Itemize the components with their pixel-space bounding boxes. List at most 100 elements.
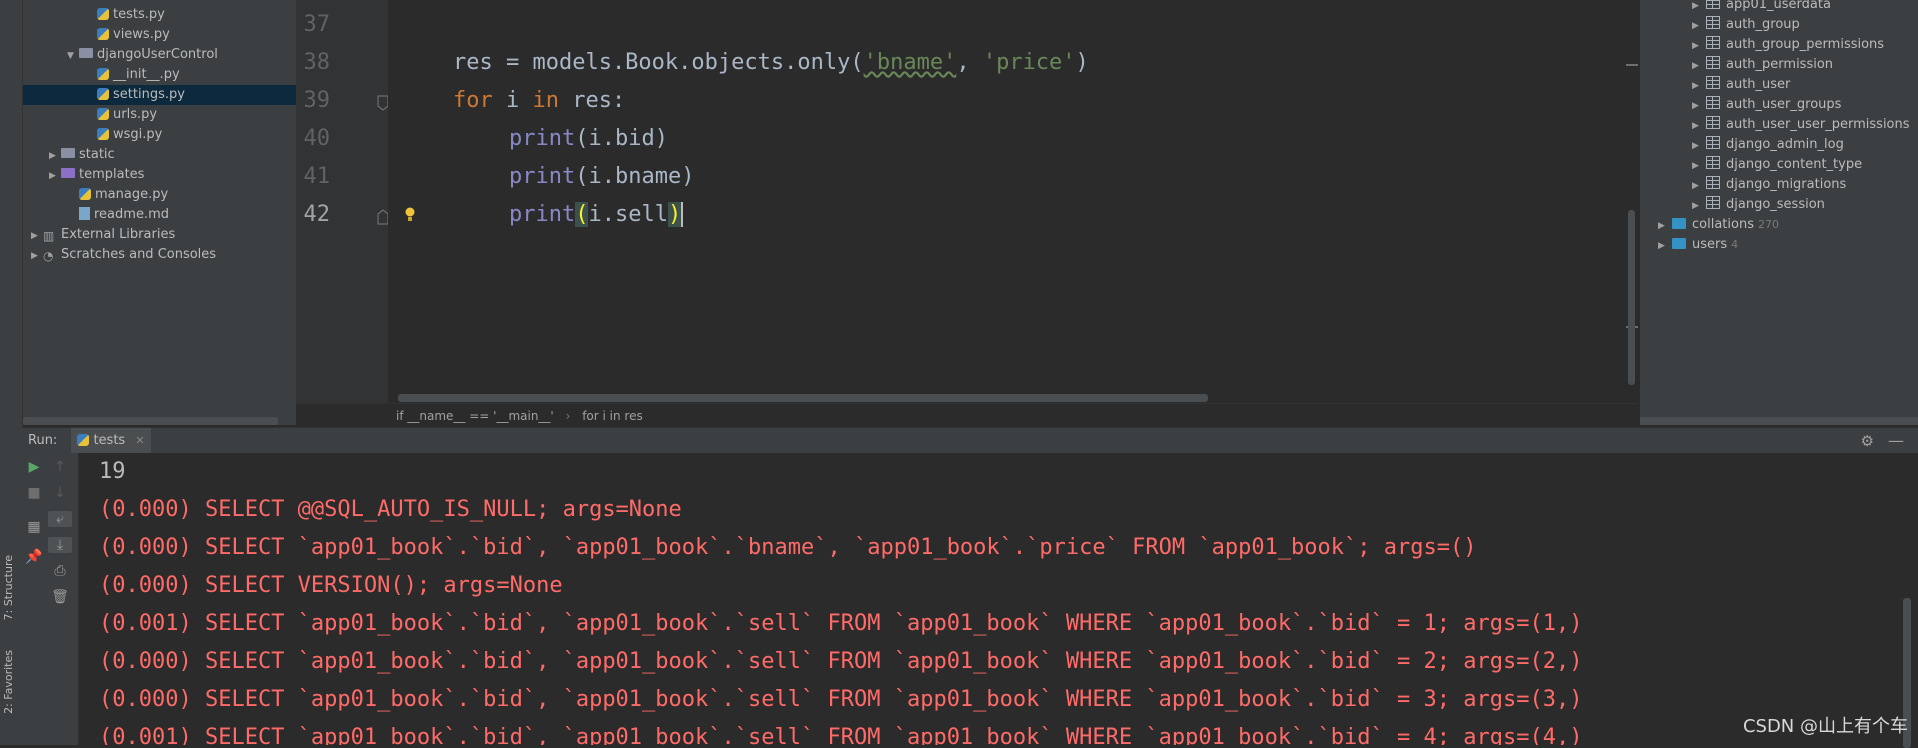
table-icon — [1706, 56, 1720, 69]
project-tree-item[interactable]: ▶ ◔ Scratches and Consoles — [23, 245, 296, 265]
python-file-icon — [97, 108, 109, 120]
db-item-label: app01_userdata — [1726, 0, 1831, 12]
editor-horizontal-scrollbar[interactable] — [398, 394, 1208, 402]
project-tree-item-label: wsgi.py — [113, 127, 163, 142]
expand-right-icon[interactable]: ▶ — [49, 166, 61, 186]
db-table-item[interactable]: ▶ app01_userdata — [1692, 0, 1831, 15]
expand-right-icon[interactable]: ▶ — [1692, 176, 1706, 196]
favorites-tab[interactable]: 2: Favorites — [2, 650, 15, 714]
db-table-item[interactable]: ▶ django_content_type — [1692, 155, 1862, 175]
rerun-icon[interactable]: ▶ — [22, 459, 46, 475]
project-tree-item[interactable]: manage.py — [23, 185, 296, 205]
run-console[interactable]: 19 (0.000) SELECT @@SQL_AUTO_IS_NULL; ar… — [79, 453, 1897, 745]
expand-right-icon[interactable]: ▶ — [1692, 96, 1706, 116]
db-table-item[interactable]: ▶ django_migrations — [1692, 175, 1846, 195]
structure-tab[interactable]: 7: Structure — [2, 555, 15, 620]
database-scrollbar[interactable] — [1640, 417, 1918, 425]
gear-icon[interactable]: ⚙ — [1861, 428, 1874, 454]
db-table-item[interactable]: ▶ django_admin_log — [1692, 135, 1844, 155]
db-item-label: auth_permission — [1726, 57, 1834, 72]
expand-right-icon[interactable]: ▶ — [1692, 56, 1706, 76]
expand-right-icon[interactable]: ▶ — [1692, 76, 1706, 96]
expand-right-icon[interactable]: ▶ — [1692, 16, 1706, 36]
expand-right-icon[interactable]: ▶ — [31, 226, 43, 246]
project-tree-item[interactable]: tests.py — [23, 5, 296, 25]
console-line: (0.000) SELECT `app01_book`.`bid`, `app0… — [99, 535, 1477, 560]
db-table-item[interactable]: ▶ auth_group — [1692, 15, 1800, 35]
console-line: (0.001) SELECT `app01_book`.`bid`, `app0… — [99, 725, 1583, 745]
expand-right-icon[interactable]: ▶ — [1658, 216, 1672, 236]
scroll-marker — [1626, 64, 1638, 66]
code-editor[interactable]: res = models.Book.objects.only('bname', … — [388, 0, 1638, 403]
expand-right-icon[interactable]: ▶ — [1658, 236, 1672, 256]
layout-icon[interactable]: ▦ — [22, 519, 46, 535]
expand-right-icon[interactable]: ▶ — [1692, 36, 1706, 56]
db-table-item[interactable]: ▶ auth_user_user_permissions — [1692, 115, 1910, 135]
scroll-to-end-icon[interactable]: ⤓ — [48, 537, 72, 553]
minimize-icon[interactable]: — — [1888, 428, 1904, 454]
project-tree-item[interactable]: ▶ static — [23, 145, 296, 165]
line-number: 40 — [303, 126, 331, 151]
run-tab-tests[interactable]: tests ✕ — [71, 428, 151, 454]
python-file-icon — [97, 8, 109, 20]
project-tree-item[interactable]: ▶ ▥ External Libraries — [23, 225, 296, 245]
db-item-label: auth_user — [1726, 77, 1791, 92]
project-tree-item-label: tests.py — [113, 7, 165, 22]
editor-vertical-scrollbar[interactable] — [1628, 210, 1635, 385]
expand-right-icon[interactable]: ▶ — [1692, 116, 1706, 136]
db-item-count: 270 — [1757, 218, 1779, 231]
down-arrow-icon[interactable]: ↓ — [48, 485, 72, 501]
table-icon — [1706, 0, 1720, 9]
expand-right-icon[interactable]: ▶ — [1692, 196, 1706, 216]
db-table-item[interactable]: ▶ auth_group_permissions — [1692, 35, 1884, 55]
project-tree-item[interactable]: settings.py — [23, 85, 296, 105]
project-tree-item-label: readme.md — [94, 207, 169, 222]
project-tree-item[interactable]: wsgi.py — [23, 125, 296, 145]
project-tree-item[interactable]: ▼ djangoUserControl — [23, 45, 296, 65]
soft-wrap-icon[interactable]: ⤶ — [48, 511, 72, 527]
project-tree-item-label: settings.py — [113, 87, 185, 102]
console-line: (0.000) SELECT VERSION(); args=None — [99, 573, 563, 598]
breadcrumb-item[interactable]: for i in res — [582, 409, 643, 423]
console-line: (0.000) SELECT `app01_book`.`bid`, `app0… — [99, 649, 1583, 674]
db-table-item[interactable]: ▶ auth_user — [1692, 75, 1790, 95]
console-toolbar: ↑ ↓ ⤶ ⤓ ⎙ 🗑 — [48, 453, 79, 745]
watermark: CSDN @山上有个车 — [1742, 716, 1908, 737]
expand-right-icon[interactable]: ▶ — [1692, 0, 1706, 16]
table-icon — [1706, 196, 1720, 209]
expand-down-icon[interactable]: ▼ — [67, 46, 79, 66]
db-collection-item[interactable]: ▶ users 4 — [1658, 235, 1738, 255]
expand-right-icon[interactable]: ▶ — [49, 146, 61, 166]
db-table-item[interactable]: ▶ auth_user_groups — [1692, 95, 1841, 115]
project-tree-item-label: urls.py — [113, 107, 158, 122]
expand-right-icon[interactable]: ▶ — [1692, 156, 1706, 176]
trash-icon[interactable]: 🗑 — [48, 589, 72, 605]
project-tree-item-label: djangoUserControl — [97, 47, 218, 62]
line-number-current: 42 — [303, 202, 331, 227]
project-tree-item[interactable]: views.py — [23, 25, 296, 45]
markdown-file-icon — [79, 207, 90, 220]
db-table-item[interactable]: ▶ django_session — [1692, 195, 1825, 215]
lightbulb-icon[interactable] — [403, 206, 417, 224]
db-collection-item[interactable]: ▶ collations 270 — [1658, 215, 1779, 235]
expand-right-icon[interactable]: ▶ — [31, 246, 43, 266]
breadcrumb: if __name__ == '__main__' › for i in res — [296, 403, 1638, 428]
line-number: 37 — [303, 12, 331, 37]
console-scrollbar[interactable] — [1897, 453, 1918, 748]
console-line: (0.000) SELECT @@SQL_AUTO_IS_NULL; args=… — [99, 497, 682, 522]
expand-right-icon[interactable]: ▶ — [1692, 136, 1706, 156]
breadcrumb-item[interactable]: if __name__ == '__main__' — [396, 409, 554, 423]
stop-icon[interactable]: ■ — [22, 485, 46, 501]
db-table-item[interactable]: ▶ auth_permission — [1692, 55, 1833, 75]
print-icon[interactable]: ⎙ — [48, 563, 72, 579]
pin-icon[interactable]: 📌 — [22, 549, 46, 565]
close-tab-icon[interactable]: ✕ — [135, 434, 144, 447]
project-tree-item[interactable]: readme.md — [23, 205, 296, 225]
project-tree-item[interactable]: urls.py — [23, 105, 296, 125]
project-scrollbar[interactable] — [23, 417, 278, 425]
line-number: 39 — [303, 88, 331, 113]
project-tree-item[interactable]: ▶ templates — [23, 165, 296, 185]
up-arrow-icon[interactable]: ↑ — [48, 459, 72, 475]
table-icon — [1706, 96, 1720, 109]
project-tree-item[interactable]: __init__.py — [23, 65, 296, 85]
